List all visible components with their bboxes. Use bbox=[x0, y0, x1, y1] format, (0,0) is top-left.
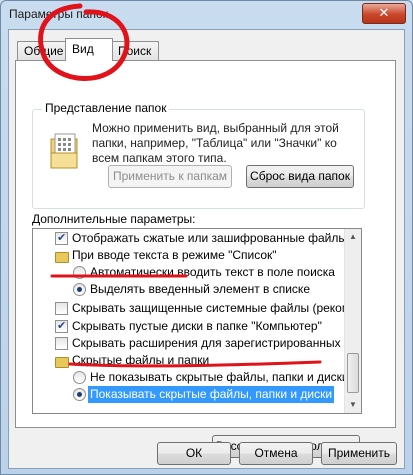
folder-view-description: Можно применить вид, выбранный для этой … bbox=[92, 121, 339, 165]
tree-item-label: Показывать скрытые файлы, папки и диски bbox=[88, 386, 335, 403]
title-bar[interactable]: Параметры папок ✕ bbox=[1, 1, 412, 29]
advanced-settings-label: Дополнительные параметры: bbox=[32, 212, 196, 226]
checkbox-checked[interactable] bbox=[55, 230, 68, 247]
folder-icon bbox=[55, 249, 69, 263]
radio-unchecked[interactable] bbox=[73, 371, 86, 384]
scroll-thumb[interactable] bbox=[347, 353, 359, 393]
checkbox-unchecked[interactable] bbox=[55, 337, 68, 350]
scroll-up-icon[interactable]: ▲ bbox=[345, 229, 361, 245]
folder-icon bbox=[55, 354, 69, 368]
tree-item-label: Не показывать скрытые файлы, папки и дис… bbox=[90, 370, 349, 384]
radio-unchecked[interactable] bbox=[73, 266, 86, 279]
ok-button[interactable]: ОК bbox=[157, 442, 231, 465]
close-icon: ✕ bbox=[378, 5, 390, 20]
tree-folder-label: При вводе текста в режиме "Список" bbox=[72, 248, 277, 262]
dialog-body: Общие Вид Поиск Представление папок Можн… bbox=[8, 29, 405, 469]
radio-checked[interactable] bbox=[73, 283, 86, 296]
advanced-settings-tree[interactable]: Отображать сжатые или зашифрованные файл… bbox=[32, 228, 362, 414]
scroll-down-icon[interactable]: ▼ bbox=[345, 397, 361, 413]
tab-search-label: Поиск bbox=[118, 44, 152, 58]
folder-view-icon bbox=[50, 133, 78, 169]
checkbox-unchecked[interactable] bbox=[55, 302, 68, 315]
tree-item-label: Скрывать защищенные системные файлы (рек… bbox=[72, 301, 361, 315]
reset-folders-button[interactable]: Сброс вида папок bbox=[246, 165, 354, 188]
tab-view-label: Вид bbox=[72, 42, 94, 56]
reset-folders-label: Сброс вида папок bbox=[250, 169, 350, 183]
radio-checked[interactable] bbox=[73, 388, 86, 401]
apply-to-folders-button[interactable]: Применить к папкам bbox=[108, 165, 232, 188]
tree-scrollbar[interactable]: ▲ ▼ bbox=[344, 229, 361, 413]
view-tab-panel: Представление папок Можно применить вид,… bbox=[15, 60, 396, 458]
tree-item-label: Автоматически вводить текст в поле поиск… bbox=[90, 265, 335, 279]
apply-button[interactable]: Применить bbox=[321, 442, 397, 465]
cancel-button[interactable]: Отмена bbox=[239, 442, 313, 465]
folder-options-window: Параметры папок ✕ Общие Вид Поиск Предст… bbox=[0, 0, 413, 475]
tab-view[interactable]: Вид bbox=[65, 38, 113, 61]
tab-general[interactable]: Общие bbox=[17, 41, 67, 60]
checkbox-checked[interactable] bbox=[55, 318, 68, 335]
window-title: Параметры папок bbox=[9, 7, 108, 21]
tab-search[interactable]: Поиск bbox=[111, 41, 159, 60]
tree-item-label: Скрывать расширения для зарегистрированн… bbox=[72, 336, 361, 350]
apply-to-folders-label: Применить к папкам bbox=[112, 169, 228, 183]
folder-view-group-title: Представление папок bbox=[42, 101, 170, 115]
tree-folder-label: Скрытые файлы и папки bbox=[72, 353, 210, 367]
tree-item-label: Отображать сжатые или зашифрованные файл… bbox=[72, 231, 362, 245]
ok-label: ОК bbox=[185, 446, 203, 460]
apply-label: Применить bbox=[327, 446, 390, 460]
tree-item-label: Выделять введенный элемент в списке bbox=[90, 282, 310, 296]
tab-general-label: Общие bbox=[24, 44, 64, 58]
cancel-label: Отмена bbox=[254, 446, 298, 460]
tree-item-label: Скрывать пустые диски в папке "Компьютер… bbox=[72, 319, 322, 333]
close-button[interactable]: ✕ bbox=[362, 3, 406, 24]
